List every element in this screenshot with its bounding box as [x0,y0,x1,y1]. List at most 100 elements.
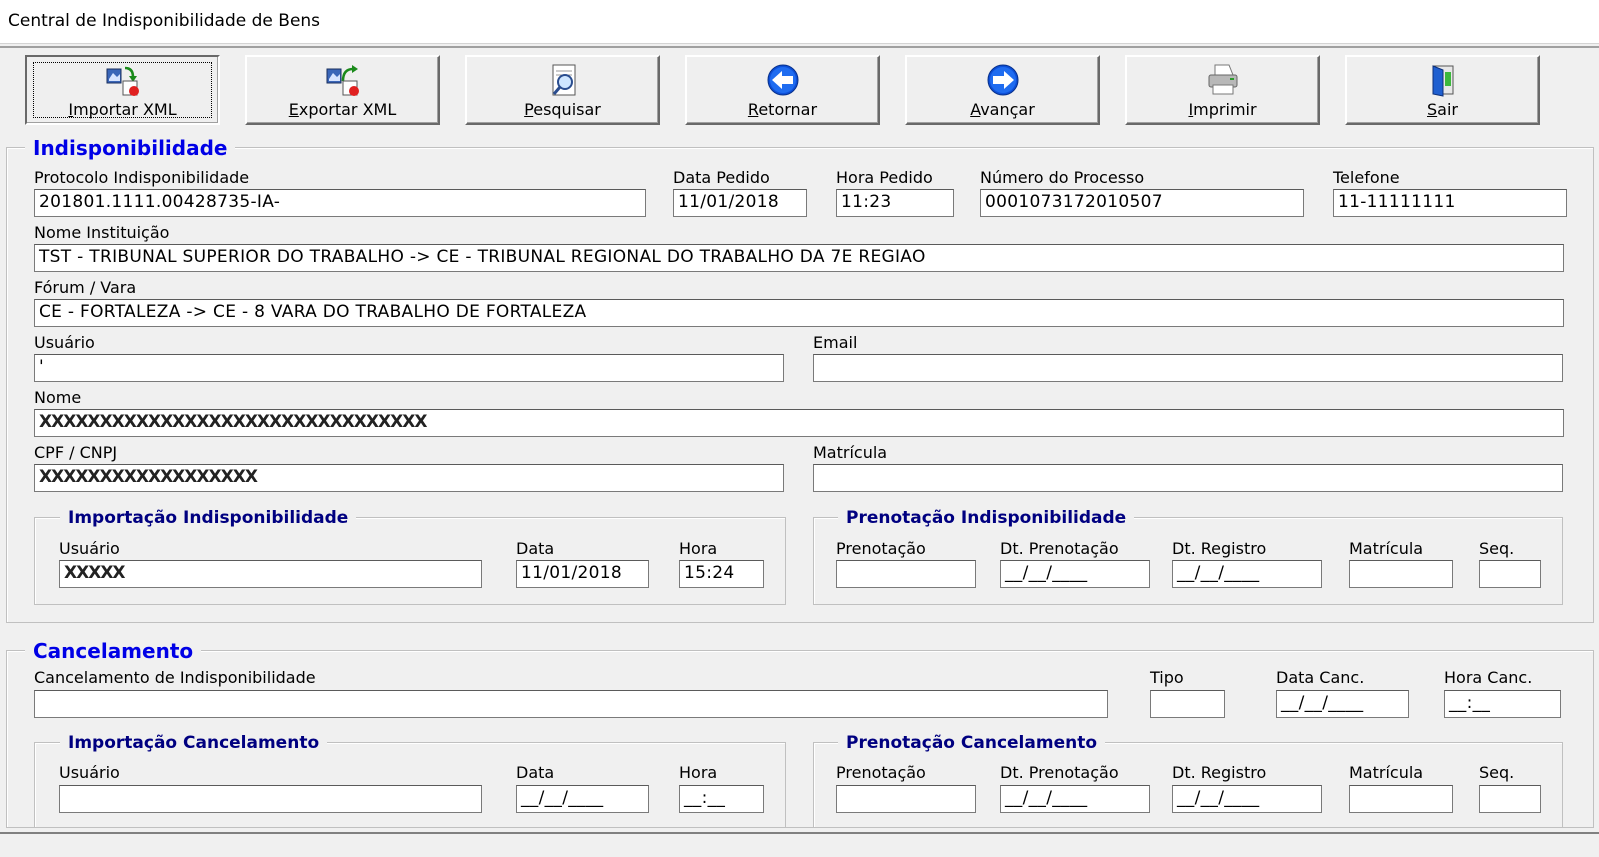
export-xml-text: Exportar XML [288,100,397,119]
cpf-cnpj-field[interactable]: XXXXXXXXXXXXXXXXXX [34,464,784,492]
export-xml-icon [326,65,359,96]
back-text: Retornar [747,100,818,119]
search-label: Pesquisar [467,100,658,119]
prenotacao-indisp-title: Prenotação Indisponibilidade [838,508,1135,528]
prec-dt-registro-label: Dt. Registro [1172,763,1267,782]
print-button[interactable]: Imprimir [1125,55,1320,125]
nome-value: XXXXXXXXXXXXXXXXXXXXXXXXXXXXXXXX [39,412,427,432]
window-title: Central de Indisponibilidade de Bens [8,11,321,31]
importacao-canc-title: Importação Cancelamento [60,733,328,753]
protocolo-field[interactable]: 201801.1111.00428735-IA- [34,189,646,217]
print-text: Imprimir [1188,100,1257,119]
prenotacao-canc-title: Prenotação Cancelamento [838,733,1106,753]
impc-hora-field[interactable]: __:__ [679,785,764,813]
imp-usuario-value: XXXXX [64,563,126,583]
print-label: Imprimir [1127,100,1318,119]
imp-usuario-field[interactable]: XXXXX [59,560,482,588]
matricula-field[interactable] [813,464,1563,492]
numero-processo-label: Número do Processo [980,168,1145,187]
matricula-label: Matrícula [813,443,888,462]
data-canc-label: Data Canc. [1276,668,1365,687]
import-xml-text: Importar XML [68,100,177,119]
forward-label: Avançar [907,100,1098,119]
pre-prenotacao-field[interactable] [836,560,976,588]
protocolo-label: Protocolo Indisponibilidade [34,168,250,187]
exit-text: Sair [1427,100,1458,119]
back-label: Retornar [687,100,878,119]
imp-data-field[interactable]: 11/01/2018 [516,560,649,588]
forward-button[interactable]: Avançar [905,55,1100,125]
exit-button[interactable]: Sair [1345,55,1540,125]
importacao-indisp-title: Importação Indisponibilidade [60,508,357,528]
hora-canc-field[interactable]: __:__ [1444,690,1561,718]
hora-canc-label: Hora Canc. [1444,668,1533,687]
back-button[interactable]: Retornar [685,55,880,125]
tipo-label: Tipo [1150,668,1184,687]
email-label: Email [813,333,858,352]
nome-label: Nome [34,388,82,407]
toolbar-separator [0,46,1599,48]
exit-door-icon [1432,65,1453,97]
prec-dt-prenotacao-label: Dt. Prenotação [1000,763,1119,782]
impc-usuario-label: Usuário [59,763,120,782]
bottom-border [0,832,1599,857]
cpf-cnpj-value: XXXXXXXXXXXXXXXXXX [39,467,258,487]
imp-hora-field[interactable]: 15:24 [679,560,764,588]
pre-dt-registro-field[interactable]: __/__/____ [1172,560,1322,588]
import-xml-button[interactable]: Importar XML [25,55,220,125]
data-pedido-field[interactable]: 11/01/2018 [673,189,807,217]
data-pedido-label: Data Pedido [673,168,770,187]
telefone-label: Telefone [1333,168,1400,187]
printer-icon [1208,64,1237,95]
pre-dt-registro-label: Dt. Registro [1172,539,1267,558]
search-text: Pesquisar [524,100,601,119]
numero-processo-field[interactable]: 0001073172010507 [980,189,1304,217]
export-xml-label: Exportar XML [247,100,438,119]
prec-prenotacao-field[interactable] [836,785,976,813]
data-canc-field[interactable]: __/__/____ [1276,690,1409,718]
cancelamento-title: Cancelamento [25,639,202,663]
hora-pedido-field[interactable]: 11:23 [836,189,954,217]
prec-matricula-field[interactable] [1349,785,1453,813]
pre-dt-prenotacao-field[interactable]: __/__/____ [1000,560,1150,588]
pre-prenotacao-label: Prenotação [836,539,926,558]
prec-seq-label: Seq. [1479,763,1515,782]
hora-pedido-label: Hora Pedido [836,168,933,187]
forward-text: Avançar [970,100,1035,119]
impc-data-label: Data [516,763,555,782]
prec-matricula-label: Matrícula [1349,763,1424,782]
tipo-field[interactable] [1150,690,1225,718]
export-xml-button[interactable]: Exportar XML [245,55,440,125]
prec-seq-field[interactable] [1479,785,1541,813]
cpf-cnpj-label: CPF / CNPJ [34,443,118,462]
search-document-icon [552,64,575,96]
pre-seq-field[interactable] [1479,560,1541,588]
forum-vara-field[interactable]: CE - FORTALEZA -> CE - 8 VARA DO TRABALH… [34,299,1564,327]
pre-matricula-field[interactable] [1349,560,1453,588]
canc-label: Cancelamento de Indisponibilidade [34,668,316,687]
impc-usuario-field[interactable] [59,785,482,813]
forum-vara-label: Fórum / Vara [34,278,137,297]
pre-matricula-label: Matrícula [1349,539,1424,558]
prec-prenotacao-label: Prenotação [836,763,926,782]
usuario-field[interactable]: ' [34,354,784,382]
indisponibilidade-title: Indisponibilidade [25,136,236,160]
imp-hora-label: Hora [679,539,718,558]
usuario-label: Usuário [34,333,95,352]
email-field[interactable] [813,354,1563,382]
import-xml-icon [106,66,139,96]
telefone-field[interactable]: 11-11111111 [1333,189,1567,217]
imp-usuario-label: Usuário [59,539,120,558]
nome-instituicao-field[interactable]: TST - TRIBUNAL SUPERIOR DO TRABALHO -> C… [34,244,1564,272]
prec-dt-prenotacao-field[interactable]: __/__/____ [1000,785,1150,813]
arrow-right-icon [987,64,1018,96]
prec-dt-registro-field[interactable]: __/__/____ [1172,785,1322,813]
imp-data-label: Data [516,539,555,558]
search-button[interactable]: Pesquisar [465,55,660,125]
nome-field[interactable]: XXXXXXXXXXXXXXXXXXXXXXXXXXXXXXXX [34,409,1564,437]
impc-hora-label: Hora [679,763,718,782]
pre-dt-prenotacao-label: Dt. Prenotação [1000,539,1119,558]
impc-data-field[interactable]: __/__/____ [516,785,649,813]
canc-field[interactable] [34,690,1108,718]
import-xml-label: Importar XML [27,100,218,119]
